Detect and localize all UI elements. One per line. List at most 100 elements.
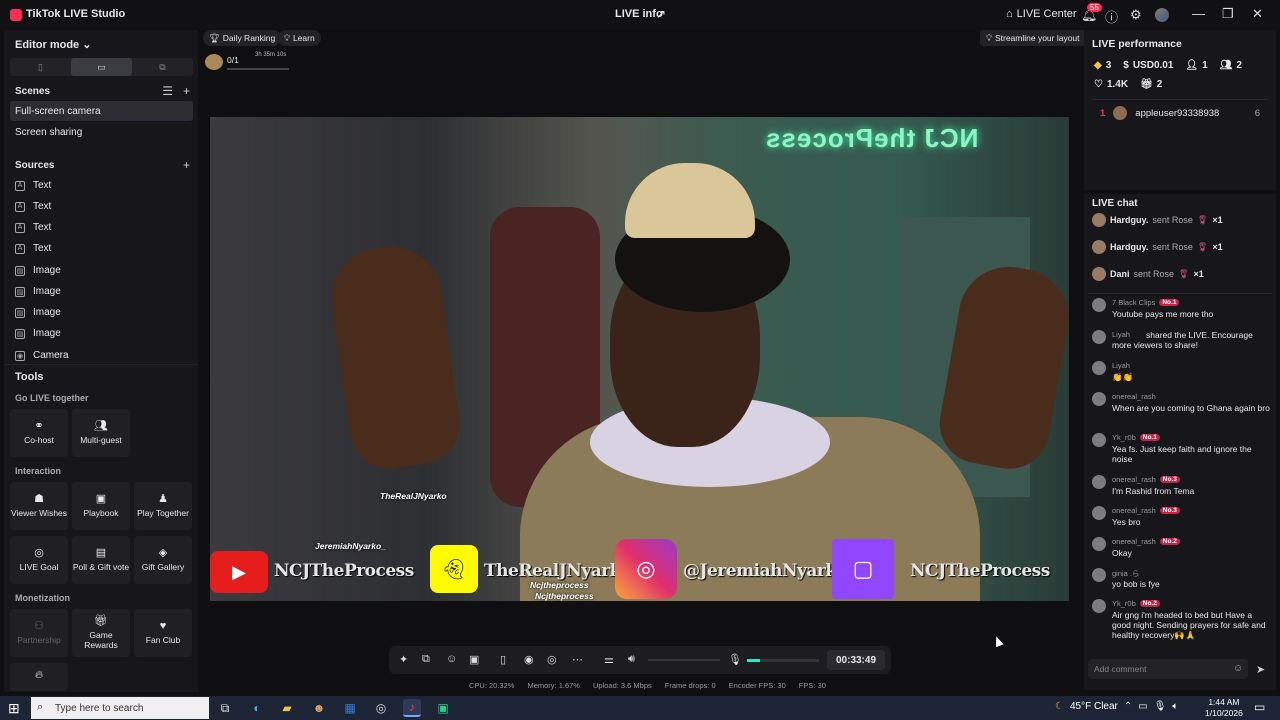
network-icon[interactable]: ▭ <box>1138 701 1147 712</box>
obs-icon[interactable]: ◎ <box>372 699 390 717</box>
source-item[interactable]: ▨ Image <box>15 307 61 318</box>
play-together-button[interactable]: ♟ Play Together <box>134 482 192 530</box>
system-tray: ☾ 45°F Clear ⌃ ▭ 🎙︎ 🔈︎ <box>1055 701 1178 712</box>
chat-user-line: onereal_rash No.2 <box>1112 537 1180 546</box>
effects-icon[interactable]: ⧉ <box>422 653 430 666</box>
poll-gift-vote-button[interactable]: ▤ Poll & Gift vote <box>72 536 130 584</box>
live-goal-button[interactable]: ◎ LIVE Goal <box>10 536 68 584</box>
cohost-button[interactable]: ⚭ Co-host <box>10 409 68 457</box>
emoji-icon[interactable]: ☺ <box>1233 663 1243 674</box>
source-item[interactable]: A Text <box>15 201 51 212</box>
windows-start-icon[interactable]: ⊞ <box>8 700 20 717</box>
playbook-button[interactable]: ▣ Playbook <box>72 482 130 530</box>
store-icon[interactable]: ▦ <box>341 699 359 717</box>
editor-mode-dropdown[interactable]: Editor mode ⌄ <box>15 38 91 51</box>
add-source-icon[interactable]: + <box>183 158 190 172</box>
mic-level-slider[interactable] <box>747 659 819 662</box>
flame-tool-button[interactable]: 🔥︎ <box>10 663 68 691</box>
notification-center-icon[interactable]: ▭ <box>1254 700 1265 714</box>
speaker-icon[interactable]: 🔊︎ <box>628 653 635 666</box>
microphone-icon[interactable]: 🎙︎ <box>728 653 742 666</box>
tiktok-live-studio-icon[interactable]: ♪ <box>403 699 421 717</box>
game-rewards-label: Game Rewards <box>84 630 118 650</box>
followers-stat[interactable]: 👤︎ 1 <box>1185 60 1207 71</box>
youtube-icon: ▶ <box>210 551 268 593</box>
tab-landscape[interactable]: ▭ <box>71 58 132 76</box>
scene-item-full-screen-camera[interactable]: Full-screen camera <box>10 101 193 121</box>
left-hand-shape <box>325 240 465 474</box>
source-item[interactable]: A Text <box>15 180 51 191</box>
file-explorer-icon[interactable]: ▰ <box>278 699 296 717</box>
chat-text: Okay <box>1112 548 1132 558</box>
list-icon[interactable]: ☰ <box>162 84 173 98</box>
multiguest-button[interactable]: 👥︎ Multi-guest <box>72 409 130 457</box>
source-item[interactable]: A Text <box>15 243 51 254</box>
screen-share-icon[interactable]: ▣ <box>469 653 479 666</box>
chat-user-line: Yk_r0b No.1 <box>1112 433 1160 442</box>
tab-dual[interactable]: ⧉ <box>132 58 193 76</box>
minimize-icon[interactable]: — <box>1192 6 1205 21</box>
weather-text[interactable]: 45°F Clear <box>1070 701 1118 712</box>
speaker-icon[interactable]: 🔈︎ <box>1172 701 1178 712</box>
likes-stat[interactable]: ♡ 1.4K <box>1094 79 1128 90</box>
add-scene-icon[interactable]: + <box>183 84 190 98</box>
source-item[interactable]: A Text <box>15 222 51 233</box>
avatar <box>1092 392 1106 406</box>
viewer-wishes-button[interactable]: ☗ Viewer Wishes <box>10 482 68 530</box>
fan-club-button[interactable]: ♥ Fan Club <box>134 609 192 657</box>
task-view-icon[interactable]: ⧉ <box>216 699 234 717</box>
share-icon[interactable]: ↗ <box>656 7 666 21</box>
diamonds-stat[interactable]: ◆ 3 <box>1094 60 1111 71</box>
more-icon[interactable]: ⋯ <box>572 653 583 666</box>
volume-slider[interactable] <box>648 659 720 661</box>
partnership-label: Partnership <box>17 635 61 645</box>
send-icon[interactable]: ➤ <box>1256 663 1265 676</box>
microphone-icon[interactable]: 🎙︎ <box>1154 701 1167 712</box>
viewers-stat[interactable]: 👥︎ 2 <box>1220 60 1242 71</box>
daily-ranking-button[interactable]: 🏆︎ Daily Ranking <box>203 30 282 46</box>
phone-icon[interactable]: ▯ <box>500 653 506 666</box>
ranking-widget: 0/1 3h 35m 10s <box>205 52 289 74</box>
usd-value: USD0.01 <box>1132 60 1174 71</box>
comment-input[interactable]: Add comment <box>1088 659 1248 679</box>
usd-stat[interactable]: $ USD0.01 <box>1123 60 1173 71</box>
streamline-layout-button[interactable]: 💡︎ Streamline your layout <box>980 30 1086 46</box>
taskbar-search-input[interactable]: ⌕ Type here to search <box>31 697 209 719</box>
taskbar-clock[interactable]: 1:44 AM 1/10/2026 <box>1205 697 1243 719</box>
followers-value: 1 <box>1202 60 1208 71</box>
record-icon[interactable]: ◉ <box>524 653 534 666</box>
top-viewer-row[interactable]: 1 appleuser93338938 6 <box>1100 106 1260 120</box>
source-item[interactable]: ▨ Image <box>15 328 61 339</box>
app-icon[interactable]: ▣ <box>434 699 452 717</box>
live-chat-panel: LIVE chat Hardguy. sent Rose 🌹︎ ×1 Hardg… <box>1084 194 1276 690</box>
help-icon[interactable]: ⓘ <box>1105 7 1118 26</box>
gift-message: Hardguy. sent Rose 🌹︎ ×1 <box>1092 213 1223 227</box>
snapchat-tag: TheRealJNyarko <box>380 491 447 501</box>
game-rewards-button[interactable]: 🎁︎ Game Rewards <box>72 609 130 657</box>
app-icon[interactable]: ☻ <box>310 699 328 717</box>
source-item[interactable]: ▨ Image <box>15 265 61 276</box>
partnership-button[interactable]: ⚇ Partnership <box>10 609 68 657</box>
live-goal-label: LIVE Goal <box>19 562 59 572</box>
tab-portrait[interactable]: ▯ <box>10 58 71 76</box>
live-center-button[interactable]: ⌂ LIVE Center <box>1006 8 1077 20</box>
magic-wand-icon[interactable]: ✦ <box>399 653 408 666</box>
gear-icon[interactable]: ⚙ <box>1130 7 1142 23</box>
maximize-icon[interactable]: ❐ <box>1222 6 1234 22</box>
camera-toggle-icon[interactable]: ◎ <box>547 653 557 666</box>
gift-gallery-button[interactable]: ◈ Gift Gallery <box>134 536 192 584</box>
settings-sliders-icon[interactable]: ⚌ <box>604 653 614 666</box>
scene-item-screen-sharing[interactable]: Screen sharing <box>10 122 193 142</box>
go-live-together-heading: Go LIVE together <box>15 393 89 403</box>
gifters-stat[interactable]: 🎁︎ 2 <box>1140 79 1162 90</box>
source-item[interactable]: ▨ Image <box>15 286 61 297</box>
close-icon[interactable]: ✕ <box>1252 6 1263 22</box>
edge-icon[interactable]: ◐ <box>248 699 266 717</box>
avatar[interactable] <box>1155 8 1169 22</box>
source-item[interactable]: ◉ Camera <box>15 350 69 361</box>
learn-button[interactable]: 💡︎ Learn <box>278 30 321 46</box>
viewer-rank: 1 <box>1100 107 1106 119</box>
game-rewards-icon: 🎁︎ <box>94 615 108 627</box>
beauty-icon[interactable]: ☺ <box>446 653 457 665</box>
chevron-up-icon[interactable]: ⌃ <box>1124 701 1132 712</box>
